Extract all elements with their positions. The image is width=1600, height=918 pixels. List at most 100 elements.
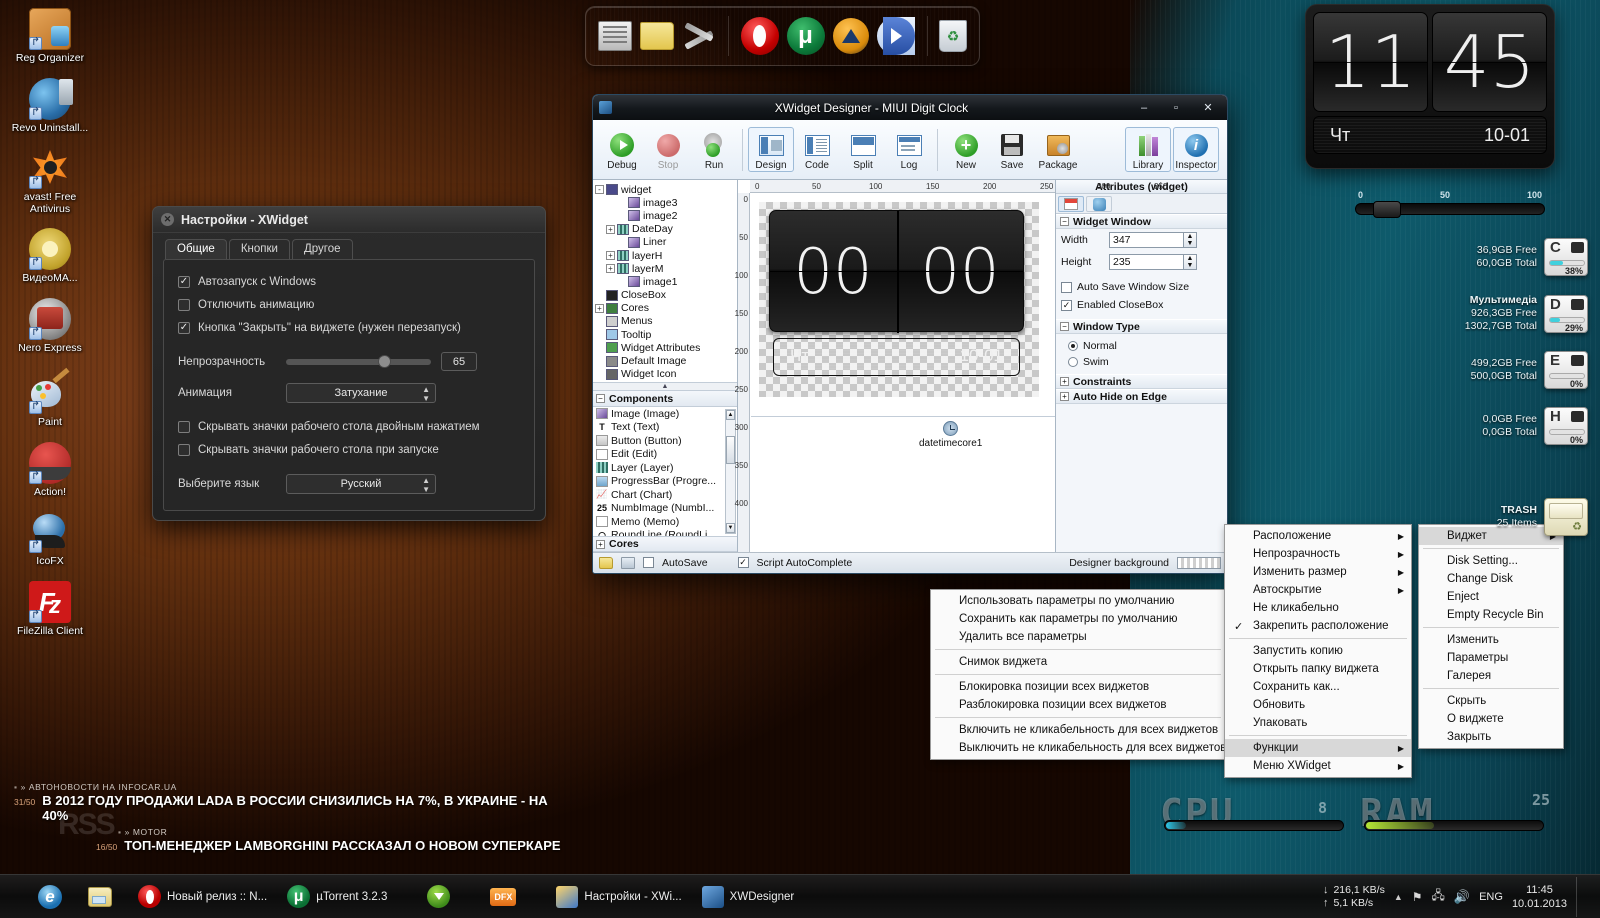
daemon-tools-icon[interactable] — [877, 14, 915, 58]
close-button[interactable]: ✕ — [1195, 99, 1221, 117]
component-item[interactable]: ProgressBar (Progre... — [593, 475, 737, 489]
animation-select[interactable]: Затухание ▲▼ — [286, 383, 436, 403]
scroll-up-icon[interactable]: ▲ — [726, 410, 735, 420]
spinner-arrows-icon[interactable]: ▲▼ — [1183, 233, 1196, 247]
menu-item[interactable]: Расположение▶ — [1225, 527, 1411, 545]
taskbar-xwidget-settings[interactable]: Настройки - XWi... — [548, 880, 689, 914]
ribbon-code-tab[interactable]: Code — [794, 128, 840, 171]
ribbon-library-button[interactable]: Library — [1125, 127, 1171, 172]
checkbox-row-close-button[interactable]: ✓ Кнопка "Закрыть" на виджете (нужен пер… — [178, 322, 520, 334]
disk-widget[interactable]: Мультимедіа926,3GB Free1302,7GB TotalD29… — [1398, 294, 1588, 333]
menu-item[interactable]: Снимок виджета — [931, 653, 1225, 671]
taskbar-start-ie[interactable]: e — [30, 880, 76, 914]
tree-node-cores[interactable]: +Cores — [595, 302, 737, 315]
component-item[interactable]: ◠RoundLine (RoundLi... — [593, 529, 737, 537]
checkbox-row-disable-animation[interactable]: Отключить анимацию — [178, 299, 520, 311]
opera-icon[interactable] — [741, 14, 779, 58]
tree-node-layerm[interactable]: +layerM — [595, 262, 737, 275]
menu-item[interactable]: Обновить — [1225, 696, 1411, 714]
component-item[interactable]: Image (Image) — [593, 407, 737, 421]
desktop-icon-paint[interactable]: Paint — [8, 372, 92, 429]
section-window-type[interactable]: − Window Type — [1056, 319, 1227, 334]
flip-clock-widget[interactable]: 11 45 Чт 10-01 — [1305, 4, 1555, 169]
radio-swim[interactable]: Swim — [1056, 354, 1227, 370]
menu-item[interactable]: Не кликабельно — [1225, 599, 1411, 617]
checkmark-icon[interactable]: ✓ — [178, 276, 190, 288]
tree-node-menus[interactable]: Menus — [595, 315, 737, 328]
desktop-icon-action[interactable]: Action! — [8, 442, 92, 499]
ribbon-new-button[interactable]: + New — [943, 128, 989, 171]
spinner-arrows-icon[interactable]: ▲▼ — [1183, 255, 1196, 269]
designer-title-bar[interactable]: XWidget Designer - MIUI Digit Clock – ▫ … — [593, 95, 1227, 120]
tree-node-tooltip[interactable]: Tooltip — [595, 328, 737, 341]
taskbar-utorrent[interactable]: μ µTorrent 3.2.3 — [279, 880, 395, 914]
tree-node-image2[interactable]: image2 — [595, 209, 737, 222]
expand-icon[interactable]: + — [595, 304, 604, 313]
radio-empty-icon[interactable] — [1068, 357, 1078, 367]
expand-icon[interactable]: + — [596, 540, 605, 549]
ribbon-stop-button[interactable]: Stop — [645, 128, 691, 171]
radio-normal[interactable]: Normal — [1056, 338, 1227, 354]
ribbon-run-button[interactable]: Run — [691, 128, 737, 171]
checkmark-icon[interactable]: ✓ — [178, 322, 190, 334]
menu-item[interactable]: Запустить копию — [1225, 642, 1411, 660]
tools-icon[interactable] — [682, 14, 716, 58]
desktop-icon-revo-uninstaller[interactable]: Revo Uninstall... — [8, 78, 92, 135]
ribbon-debug-button[interactable]: Debug — [599, 128, 645, 171]
collapse-icon[interactable]: − — [1060, 322, 1069, 331]
maximize-button[interactable]: ▫ — [1163, 99, 1189, 117]
menu-item[interactable]: О виджете — [1419, 710, 1563, 728]
menu-item[interactable]: Закрыть — [1419, 728, 1563, 746]
radio-selected-icon[interactable] — [1068, 341, 1078, 351]
menu-item[interactable]: Удалить все параметры — [931, 628, 1225, 646]
section-constraints[interactable]: + Constraints — [1056, 374, 1227, 389]
checkbox-empty-icon[interactable] — [1061, 282, 1072, 293]
network-icon[interactable]: 🖧 — [1432, 886, 1445, 907]
checkbox-empty-icon[interactable] — [178, 444, 190, 456]
minimize-button[interactable]: – — [1131, 99, 1157, 117]
disk-widget[interactable]: 499,2GB Free500,0GB TotalE0% — [1398, 351, 1588, 389]
ribbon-inspector-button[interactable]: i Inspector — [1173, 127, 1219, 172]
taskbar-xwdesigner[interactable]: XWDesigner — [694, 880, 803, 914]
section-widget-window[interactable]: − Widget Window — [1056, 214, 1227, 229]
checkmark-icon[interactable]: ✓ — [738, 557, 749, 568]
utorrent-icon[interactable]: μ — [787, 14, 825, 58]
amule-icon[interactable] — [833, 14, 869, 58]
ribbon-package-button[interactable]: Package — [1035, 128, 1081, 171]
tray-clock[interactable]: 11:45 10.01.2013 — [1512, 883, 1567, 911]
rss-item-2[interactable]: 16/50 ТОП-МЕНЕДЖЕР LAMBORGHINI РАССКАЗАЛ… — [14, 838, 574, 853]
menu-item[interactable]: Change Disk — [1419, 570, 1563, 588]
menu-item[interactable]: Непрозрачность▶ — [1225, 545, 1411, 563]
chevron-up-icon[interactable]: ▲ — [1394, 892, 1403, 902]
components-header[interactable]: − Components — [593, 391, 737, 407]
slider-track[interactable] — [1355, 203, 1545, 215]
tree-node-widget-icon[interactable]: Widget Icon — [595, 368, 737, 381]
desktop-icon-reg-organizer[interactable]: Reg Organizer — [8, 8, 92, 65]
opacity-slider[interactable] — [286, 359, 431, 365]
expand-icon[interactable]: + — [1060, 377, 1069, 386]
flag-icon[interactable]: ⚑ — [1412, 890, 1423, 904]
component-item[interactable]: Layer (Layer) — [593, 461, 737, 475]
settings-icon[interactable] — [621, 557, 635, 569]
pane-splitter[interactable]: ▲ — [593, 382, 737, 391]
checkbox-row-autostart[interactable]: ✓ Автозапуск с Windows — [178, 276, 520, 288]
slider-knob[interactable] — [1373, 201, 1401, 218]
tree-node-dateday[interactable]: +DateDay — [595, 223, 737, 236]
clock-widget-preview[interactable]: 00 00 Чт 10-01 — [769, 210, 1031, 382]
opacity-value[interactable]: 65 — [441, 352, 477, 371]
scrollbar-thumb[interactable] — [726, 436, 735, 464]
menu-item[interactable]: Блокировка позиции всех виджетов — [931, 678, 1225, 696]
expand-icon[interactable]: + — [606, 264, 615, 273]
menu-item[interactable]: Параметры — [1419, 649, 1563, 667]
rss-item-1[interactable]: 31/50 В 2012 ГОДУ ПРОДАЖИ LADA В РОССИИ … — [14, 793, 574, 823]
ribbon-split-tab[interactable]: Split — [840, 128, 886, 171]
volume-icon[interactable]: 🔊 — [1454, 889, 1470, 905]
menu-item[interactable]: Функции▶ — [1225, 739, 1411, 757]
tree-node-widget[interactable]: -widget — [595, 183, 737, 196]
tree-node-closebox[interactable]: CloseBox — [595, 289, 737, 302]
attributes-properties-tab[interactable] — [1058, 196, 1084, 212]
menu-item[interactable]: Разблокировка позиции всех виджетов — [931, 696, 1225, 714]
menu-item[interactable]: Скрыть — [1419, 692, 1563, 710]
menu-item[interactable]: Empty Recycle Bin — [1419, 606, 1563, 624]
attribute-auto-save-window-size[interactable]: Auto Save Window Size — [1056, 278, 1227, 296]
